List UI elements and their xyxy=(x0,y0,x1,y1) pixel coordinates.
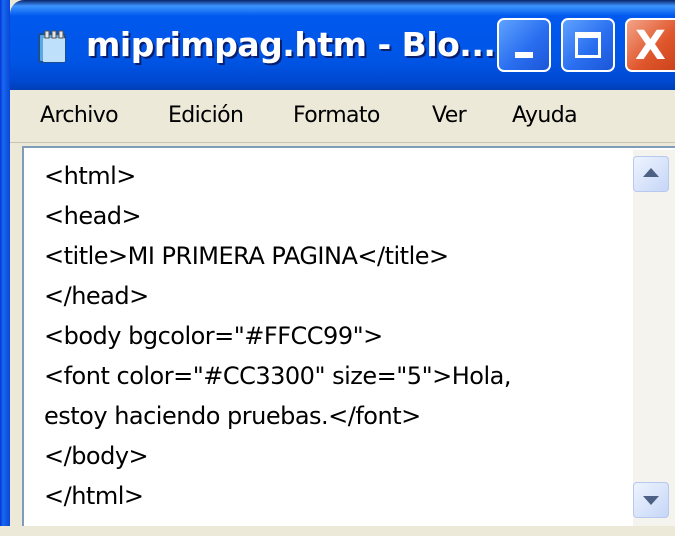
code-line: <font color="#CC3300" size="5">Hola, xyxy=(44,362,511,390)
menu-archivo[interactable]: Archivo xyxy=(40,90,119,142)
menu-ver[interactable]: Ver xyxy=(432,90,467,142)
menu-formato[interactable]: Formato xyxy=(293,90,380,142)
title-bar[interactable]: miprimpag.htm - Blo... X xyxy=(10,0,675,90)
menu-ayuda[interactable]: Ayuda xyxy=(512,90,578,142)
vertical-scrollbar[interactable] xyxy=(633,150,675,526)
code-line: </html> xyxy=(44,482,144,510)
scroll-down-button[interactable] xyxy=(633,482,669,518)
notepad-window: miprimpag.htm - Blo... X Archivo Edición… xyxy=(0,0,675,536)
minimize-icon xyxy=(515,52,533,58)
code-line: <title>MI PRIMERA PAGINA</title> xyxy=(44,242,449,270)
minimize-button[interactable] xyxy=(497,18,551,72)
menu-bar: Archivo Edición Formato Ver Ayuda xyxy=(10,90,675,143)
text-editor-area[interactable]: <html> <head> <title>MI PRIMERA PAGINA</… xyxy=(22,146,675,526)
window-frame-left xyxy=(0,0,10,536)
window-title: miprimpag.htm - Blo... xyxy=(86,25,496,64)
code-line: estoy haciendo pruebas.</font> xyxy=(44,402,421,430)
close-icon: X xyxy=(635,23,666,69)
scroll-down-arrow-icon xyxy=(643,496,659,505)
code-line: <body bgcolor="#FFCC99"> xyxy=(44,322,383,350)
scroll-up-arrow-icon xyxy=(643,168,659,177)
maximize-icon xyxy=(575,32,601,58)
code-line: <head> xyxy=(44,202,142,230)
code-line: </body> xyxy=(44,442,149,470)
close-button[interactable]: X xyxy=(625,18,675,72)
notepad-icon xyxy=(38,30,66,63)
menu-edicion[interactable]: Edición xyxy=(168,90,244,142)
maximize-button[interactable] xyxy=(561,18,615,72)
scroll-up-button[interactable] xyxy=(633,156,669,192)
code-line: </head> xyxy=(44,282,149,310)
window-frame-bottom xyxy=(0,526,675,536)
code-line: <html> xyxy=(44,162,136,190)
